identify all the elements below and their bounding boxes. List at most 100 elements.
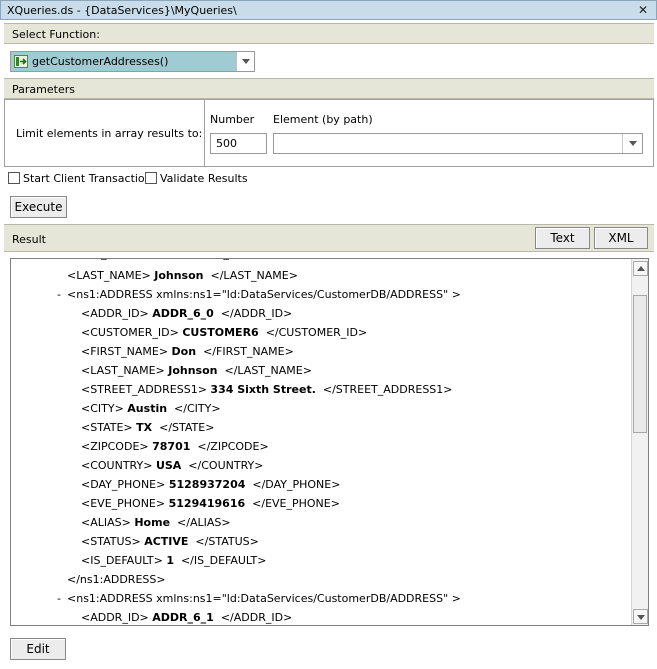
- edit-button[interactable]: Edit: [10, 638, 66, 660]
- xml-open-tag: <COUNTRY>: [81, 459, 153, 472]
- xml-text: <ADDR_ID> ADDR_6_1 </ADDR_ID>: [81, 611, 292, 624]
- parameters-header: Parameters: [4, 78, 654, 99]
- function-select-value: getCustomerAddresses(): [32, 55, 169, 68]
- text-view-button[interactable]: Text: [535, 227, 590, 249]
- result-label: Result: [12, 233, 46, 246]
- xml-text: <ADDR_ID> ADDR_6_0 </ADDR_ID>: [81, 307, 292, 320]
- xml-open-tag: <IS_DEFAULT>: [81, 554, 163, 567]
- xml-value: Home: [134, 516, 171, 529]
- xml-text: <STREET_ADDRESS1> 334 Sixth Street. </ST…: [81, 383, 453, 396]
- xml-close-tag: </CUSTOMER_ID>: [258, 326, 368, 339]
- xml-text: <STATE> TX </STATE>: [81, 421, 214, 434]
- parameters-label: Parameters: [12, 83, 75, 96]
- xml-close-tag: </ADDR_ID>: [213, 307, 293, 320]
- limit-label: Limit elements in array results to:: [16, 127, 203, 140]
- partial-line: <FIRST_NAME> Don </FIRST_NAME>: [61, 259, 270, 260]
- xml-close-tag: </LAST_NAME>: [203, 269, 298, 282]
- xml-value: Johnson: [168, 364, 218, 377]
- xml-open-tag: <ns1:ADDRESS xmlns:ns1="ld:DataServices/…: [67, 288, 461, 301]
- start-client-transaction-checkbox[interactable]: [8, 172, 20, 184]
- xml-view-button[interactable]: XML: [594, 227, 648, 249]
- xml-text: <LAST_NAME> Johnson </LAST_NAME>: [81, 364, 312, 377]
- xml-text: <ns1:ADDRESS xmlns:ns1="ld:DataServices/…: [67, 592, 461, 605]
- xml-close-tag: </STATUS>: [188, 535, 259, 548]
- xml-open-tag: <CUSTOMER_ID>: [81, 326, 179, 339]
- execute-button[interactable]: Execute: [10, 196, 67, 218]
- xml-close-tag: </ZIPCODE>: [190, 440, 269, 453]
- xml-close-tag: </STREET_ADDRESS1>: [315, 383, 453, 396]
- xml-close-tag: </FIRST_NAME>: [196, 345, 294, 358]
- xml-text: <CITY> Austin </CITY>: [81, 402, 221, 415]
- xml-text: <IS_DEFAULT> 1 </IS_DEFAULT>: [81, 554, 266, 567]
- xml-close-tag: </ALIAS>: [170, 516, 231, 529]
- xml-open-tag: <LAST_NAME>: [81, 364, 165, 377]
- xml-open-tag: </ns1:ADDRESS>: [67, 573, 166, 586]
- validate-results-checkbox[interactable]: [145, 172, 157, 184]
- xml-text: <DAY_PHONE> 5128937204 </DAY_PHONE>: [81, 478, 340, 491]
- scroll-up-button[interactable]: [633, 261, 648, 276]
- close-icon[interactable]: ✕: [638, 3, 648, 17]
- xml-value: 1: [166, 554, 174, 567]
- window-title: XQueries.ds - {DataServices}\MyQueries\: [7, 4, 237, 17]
- xml-value: 5128937204: [168, 478, 246, 491]
- xml-value: 334 Sixth Street.: [210, 383, 316, 396]
- xml-open-tag: <CITY>: [81, 402, 124, 415]
- xml-text: </ns1:ADDRESS>: [67, 573, 166, 586]
- title-bar: XQueries.ds - {DataServices}\MyQueries\ …: [0, 0, 657, 20]
- scroll-down-button[interactable]: [633, 609, 648, 624]
- xml-value: 5129419616: [168, 497, 246, 510]
- xml-value: ACTIVE: [144, 535, 189, 548]
- xml-text: <CUSTOMER_ID> CUSTOMER6 </CUSTOMER_ID>: [81, 326, 367, 339]
- chevron-down-icon: [629, 141, 637, 146]
- xml-value: 78701: [152, 440, 191, 453]
- xml-open-tag: <ALIAS>: [81, 516, 131, 529]
- number-label: Number: [210, 113, 255, 126]
- start-client-transaction-label: Start Client Transaction: [23, 172, 152, 185]
- number-input[interactable]: 500: [210, 133, 267, 154]
- xml-value: ADDR_6_1: [152, 611, 214, 624]
- xml-open-tag: <STATE>: [81, 421, 133, 434]
- xml-open-tag: <ADDR_ID>: [81, 611, 149, 624]
- xml-text: <FIRST_NAME> Don </FIRST_NAME>: [81, 345, 294, 358]
- xml-close-tag: </DAY_PHONE>: [245, 478, 341, 491]
- xml-value: Austin: [127, 402, 168, 415]
- xml-open-tag: <ADDR_ID>: [81, 307, 149, 320]
- xml-value: Don: [171, 345, 197, 358]
- xml-value: ADDR_6_0: [152, 307, 214, 320]
- xml-close-tag: </STATE>: [152, 421, 215, 434]
- collapse-toggle[interactable]: -: [57, 592, 61, 605]
- scroll-up-icon: [637, 266, 645, 271]
- select-function-header: Select Function:: [4, 23, 654, 44]
- element-path-dropdown[interactable]: [622, 134, 642, 153]
- xml-close-tag: </EVE_PHONE>: [245, 497, 340, 510]
- parameters-divider: [204, 100, 205, 166]
- xml-value: CUSTOMER6: [182, 326, 259, 339]
- xml-value: TX: [136, 421, 153, 434]
- xml-close-tag: </CITY>: [167, 402, 221, 415]
- element-path-label: Element (by path): [273, 113, 373, 126]
- function-select-dropdown[interactable]: [236, 52, 254, 71]
- xml-text: <STATUS> ACTIVE </STATUS>: [81, 535, 259, 548]
- element-path-select[interactable]: [273, 133, 643, 154]
- result-xml-view[interactable]: <FIRST_NAME> Don </FIRST_NAME> <LAST_NAM…: [10, 258, 649, 626]
- xml-text: <EVE_PHONE> 5129419616 </EVE_PHONE>: [81, 497, 340, 510]
- xml-close-tag: </COUNTRY>: [181, 459, 264, 472]
- select-function-label: Select Function:: [12, 28, 100, 41]
- xml-open-tag: <STREET_ADDRESS1>: [81, 383, 207, 396]
- xml-text: <ZIPCODE> 78701 </ZIPCODE>: [81, 440, 269, 453]
- scrollbar-thumb[interactable]: [633, 295, 647, 433]
- scroll-down-icon: [637, 615, 645, 620]
- xml-open-tag: <ZIPCODE>: [81, 440, 149, 453]
- function-arrow-icon: [14, 55, 28, 68]
- xml-open-tag: <FIRST_NAME>: [81, 345, 169, 358]
- xml-open-tag: <ns1:ADDRESS xmlns:ns1="ld:DataServices/…: [67, 592, 461, 605]
- xml-close-tag: </IS_DEFAULT>: [173, 554, 267, 567]
- xml-text: <ALIAS> Home </ALIAS>: [81, 516, 231, 529]
- xml-value: Johnson: [154, 269, 204, 282]
- xml-text: <LAST_NAME> Johnson </LAST_NAME>: [67, 269, 298, 282]
- xml-close-tag: </LAST_NAME>: [217, 364, 312, 377]
- collapse-toggle[interactable]: -: [57, 288, 61, 301]
- xml-open-tag: <EVE_PHONE>: [81, 497, 166, 510]
- validate-results-label: Validate Results: [160, 172, 248, 185]
- xml-value: USA: [155, 459, 182, 472]
